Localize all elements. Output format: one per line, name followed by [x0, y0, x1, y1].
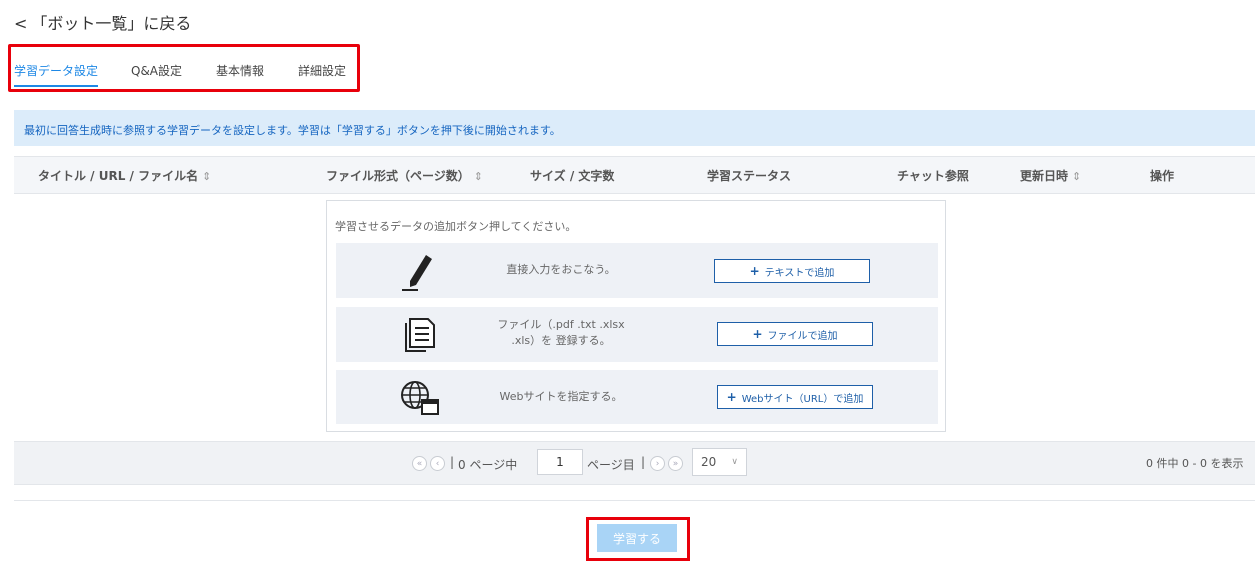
pen-icon [398, 251, 438, 297]
back-link-label: 「ボット一覧」に戻る [31, 14, 192, 33]
double-chevron-left-icon: « [416, 458, 423, 469]
pagination-summary: 0 件中 0 - 0 を表示 [1146, 457, 1244, 470]
first-page-button[interactable]: « [412, 456, 427, 471]
sort-icon[interactable]: ⇕ [474, 170, 483, 183]
column-title-header[interactable]: タイトル / URL / ファイル名 ⇕ [38, 167, 211, 184]
tab-basic-info[interactable]: 基本情報 [216, 62, 264, 79]
add-file-row: ファイル（.pdf .txt .xlsx .xls）を 登録する。 + ファイルで追… [336, 307, 938, 362]
double-chevron-right-icon: » [672, 458, 679, 469]
plus-icon: + [749, 264, 760, 278]
chevron-left-icon: < [14, 14, 28, 33]
pagination-bar: « ‹ | 0 ページ中 ページ目 | › » 20 ∨ 0 件中 0 - 0 … [14, 441, 1255, 485]
column-file-format-header[interactable]: ファイル形式（ページ数） ⇕ [326, 167, 483, 184]
add-file-button[interactable]: + ファイルで追加 [717, 322, 873, 346]
prev-page-button[interactable]: ‹ [430, 456, 445, 471]
current-page-input[interactable] [537, 449, 583, 475]
page-count-text: 0 ページ中 [458, 458, 518, 472]
add-text-description: 直接入力をおこなう。 [506, 263, 616, 276]
add-website-description: Webサイトを指定する。 [499, 390, 623, 403]
empty-state-message: 学習させるデータの追加ボタン押してください。 [335, 220, 577, 233]
last-page-button[interactable]: » [668, 456, 683, 471]
column-size-header: サイズ / 文字数 [530, 169, 615, 183]
learn-button[interactable]: 学習する [597, 524, 677, 552]
add-website-row: Webサイトを指定する。 + Webサイト（URL）で追加 [336, 370, 938, 424]
page-suffix-text: ページ目 [587, 458, 635, 472]
add-website-button[interactable]: + Webサイト（URL）で追加 [717, 385, 873, 409]
back-to-bot-list-link[interactable]: < 「ボット一覧」に戻る [14, 10, 191, 34]
chevron-right-icon: › [655, 458, 660, 469]
globe-window-icon [398, 378, 440, 422]
active-tab-underline [14, 85, 98, 87]
pager-separator: | [450, 455, 455, 469]
plus-icon: + [726, 390, 737, 404]
plus-icon: + [752, 327, 763, 341]
documents-icon [398, 315, 438, 359]
next-page-button[interactable]: › [650, 456, 665, 471]
per-page-select[interactable]: 20 ∨ [692, 448, 747, 476]
footer-divider [14, 500, 1255, 501]
tab-qa-settings[interactable]: Q&A設定 [131, 62, 182, 79]
column-chat-ref-header: チャット参照 [897, 169, 969, 183]
tab-advanced-settings[interactable]: 詳細設定 [298, 62, 346, 79]
add-file-description: ファイル（.pdf .txt .xlsx .xls）を 登録する。 [497, 318, 625, 347]
add-text-row: 直接入力をおこなう。 + テキストで追加 [336, 243, 938, 298]
sort-icon[interactable]: ⇕ [1072, 170, 1081, 183]
per-page-value: 20 [701, 455, 717, 469]
column-status-header: 学習ステータス [707, 169, 792, 183]
sort-icon[interactable]: ⇕ [202, 170, 211, 183]
chevron-down-icon: ∨ [731, 457, 738, 467]
chevron-left-icon: ‹ [435, 458, 440, 469]
column-updated-header[interactable]: 更新日時 ⇕ [1020, 167, 1081, 184]
tab-learning-data[interactable]: 学習データ設定 [14, 62, 98, 79]
pager-separator: | [641, 455, 646, 469]
add-text-button[interactable]: + テキストで追加 [714, 259, 870, 283]
info-banner: 最初に回答生成時に参照する学習データを設定します。学習は「学習する」ボタンを押下… [14, 110, 1255, 146]
info-banner-text: 最初に回答生成時に参照する学習データを設定します。学習は「学習する」ボタンを押下… [24, 124, 561, 137]
column-actions-header: 操作 [1150, 169, 1175, 183]
